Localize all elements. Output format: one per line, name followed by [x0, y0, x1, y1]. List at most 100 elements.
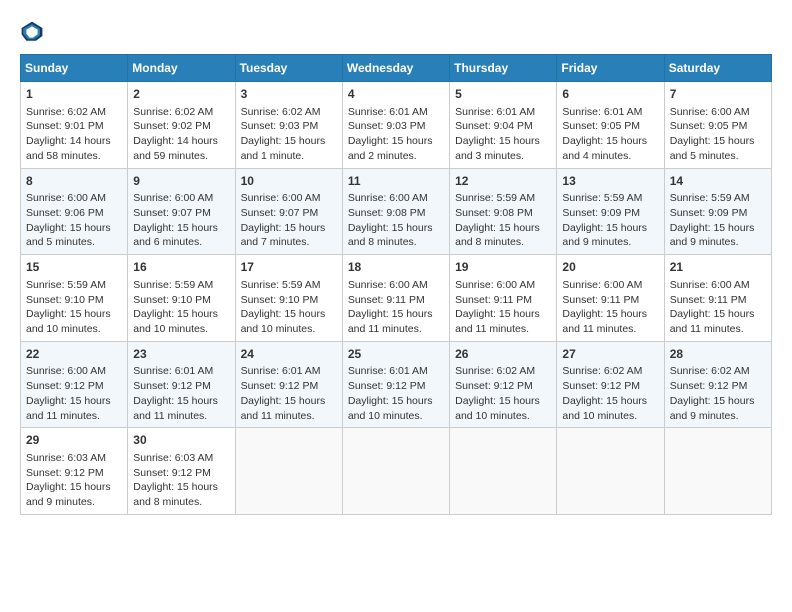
calendar-cell: 29Sunrise: 6:03 AMSunset: 9:12 PMDayligh… [21, 428, 128, 515]
day-detail: Sunset: 9:02 PM [133, 119, 229, 134]
day-detail: Daylight: 15 hours [241, 307, 337, 322]
day-number: 4 [348, 86, 444, 103]
day-detail: and 58 minutes. [26, 149, 122, 164]
calendar-cell: 14Sunrise: 5:59 AMSunset: 9:09 PMDayligh… [664, 168, 771, 255]
day-detail: Sunset: 9:01 PM [26, 119, 122, 134]
logo-icon [20, 20, 44, 44]
day-detail: and 10 minutes. [348, 409, 444, 424]
calendar-cell: 9Sunrise: 6:00 AMSunset: 9:07 PMDaylight… [128, 168, 235, 255]
day-detail: Daylight: 15 hours [133, 394, 229, 409]
day-number: 9 [133, 173, 229, 190]
day-detail: and 10 minutes. [241, 322, 337, 337]
day-number: 19 [455, 259, 551, 276]
day-detail: and 9 minutes. [26, 495, 122, 510]
calendar-cell: 19Sunrise: 6:00 AMSunset: 9:11 PMDayligh… [450, 255, 557, 342]
day-detail: Sunset: 9:12 PM [241, 379, 337, 394]
day-detail: Sunrise: 5:59 AM [562, 191, 658, 206]
day-detail: Sunset: 9:12 PM [670, 379, 766, 394]
calendar-cell: 6Sunrise: 6:01 AMSunset: 9:05 PMDaylight… [557, 82, 664, 169]
day-detail: Daylight: 15 hours [133, 307, 229, 322]
day-detail: Sunrise: 6:03 AM [133, 451, 229, 466]
day-detail: and 1 minute. [241, 149, 337, 164]
calendar-cell: 23Sunrise: 6:01 AMSunset: 9:12 PMDayligh… [128, 341, 235, 428]
day-number: 27 [562, 346, 658, 363]
calendar-cell: 17Sunrise: 5:59 AMSunset: 9:10 PMDayligh… [235, 255, 342, 342]
day-detail: and 11 minutes. [670, 322, 766, 337]
day-detail: Sunrise: 6:03 AM [26, 451, 122, 466]
day-detail: and 6 minutes. [133, 235, 229, 250]
day-number: 18 [348, 259, 444, 276]
day-detail: Sunrise: 6:00 AM [241, 191, 337, 206]
day-detail: Sunset: 9:09 PM [670, 206, 766, 221]
calendar-week-2: 8Sunrise: 6:00 AMSunset: 9:06 PMDaylight… [21, 168, 772, 255]
calendar-cell: 16Sunrise: 5:59 AMSunset: 9:10 PMDayligh… [128, 255, 235, 342]
day-detail: Sunrise: 6:01 AM [241, 364, 337, 379]
weekday-header-thursday: Thursday [450, 55, 557, 82]
day-number: 13 [562, 173, 658, 190]
day-detail: Daylight: 15 hours [133, 480, 229, 495]
day-detail: and 8 minutes. [133, 495, 229, 510]
day-detail: Sunrise: 5:59 AM [133, 278, 229, 293]
day-detail: Sunset: 9:11 PM [455, 293, 551, 308]
day-detail: Daylight: 15 hours [26, 221, 122, 236]
day-detail: Sunrise: 6:00 AM [26, 364, 122, 379]
calendar-cell [342, 428, 449, 515]
day-detail: Sunset: 9:11 PM [562, 293, 658, 308]
page-header [20, 20, 772, 44]
day-number: 1 [26, 86, 122, 103]
day-detail: Daylight: 15 hours [455, 221, 551, 236]
day-detail: Sunset: 9:10 PM [26, 293, 122, 308]
day-detail: Sunset: 9:05 PM [670, 119, 766, 134]
calendar-cell [664, 428, 771, 515]
calendar-cell: 12Sunrise: 5:59 AMSunset: 9:08 PMDayligh… [450, 168, 557, 255]
day-number: 6 [562, 86, 658, 103]
day-detail: Sunset: 9:06 PM [26, 206, 122, 221]
day-detail: Daylight: 15 hours [562, 394, 658, 409]
day-detail: Sunrise: 6:01 AM [133, 364, 229, 379]
day-detail: Sunrise: 6:01 AM [348, 364, 444, 379]
day-detail: and 9 minutes. [670, 409, 766, 424]
day-detail: and 5 minutes. [670, 149, 766, 164]
day-detail: Sunset: 9:12 PM [26, 466, 122, 481]
day-number: 5 [455, 86, 551, 103]
calendar-cell: 21Sunrise: 6:00 AMSunset: 9:11 PMDayligh… [664, 255, 771, 342]
day-detail: Sunset: 9:05 PM [562, 119, 658, 134]
day-detail: Daylight: 14 hours [133, 134, 229, 149]
day-detail: Daylight: 15 hours [26, 394, 122, 409]
calendar-cell: 20Sunrise: 6:00 AMSunset: 9:11 PMDayligh… [557, 255, 664, 342]
day-detail: and 11 minutes. [26, 409, 122, 424]
day-detail: Sunrise: 6:00 AM [348, 191, 444, 206]
day-number: 2 [133, 86, 229, 103]
day-detail: and 11 minutes. [241, 409, 337, 424]
day-detail: Sunrise: 6:00 AM [455, 278, 551, 293]
day-detail: and 11 minutes. [133, 409, 229, 424]
day-detail: Daylight: 15 hours [455, 394, 551, 409]
day-detail: Daylight: 15 hours [348, 134, 444, 149]
day-detail: Sunset: 9:10 PM [133, 293, 229, 308]
day-detail: Sunset: 9:12 PM [455, 379, 551, 394]
day-number: 11 [348, 173, 444, 190]
calendar-cell: 5Sunrise: 6:01 AMSunset: 9:04 PMDaylight… [450, 82, 557, 169]
calendar-cell: 28Sunrise: 6:02 AMSunset: 9:12 PMDayligh… [664, 341, 771, 428]
day-detail: Sunset: 9:08 PM [455, 206, 551, 221]
day-detail: Sunset: 9:07 PM [133, 206, 229, 221]
calendar-cell: 24Sunrise: 6:01 AMSunset: 9:12 PMDayligh… [235, 341, 342, 428]
day-detail: and 11 minutes. [562, 322, 658, 337]
calendar-cell: 13Sunrise: 5:59 AMSunset: 9:09 PMDayligh… [557, 168, 664, 255]
calendar-cell: 22Sunrise: 6:00 AMSunset: 9:12 PMDayligh… [21, 341, 128, 428]
day-detail: Daylight: 15 hours [133, 221, 229, 236]
day-detail: Sunrise: 5:59 AM [455, 191, 551, 206]
day-number: 23 [133, 346, 229, 363]
day-number: 8 [26, 173, 122, 190]
calendar-cell: 3Sunrise: 6:02 AMSunset: 9:03 PMDaylight… [235, 82, 342, 169]
day-detail: Daylight: 15 hours [562, 221, 658, 236]
day-detail: Sunrise: 6:02 AM [26, 105, 122, 120]
day-detail: and 11 minutes. [455, 322, 551, 337]
day-number: 7 [670, 86, 766, 103]
day-detail: Sunrise: 6:02 AM [133, 105, 229, 120]
calendar-cell: 4Sunrise: 6:01 AMSunset: 9:03 PMDaylight… [342, 82, 449, 169]
calendar-table: SundayMondayTuesdayWednesdayThursdayFrid… [20, 54, 772, 515]
day-detail: Sunrise: 6:00 AM [133, 191, 229, 206]
calendar-cell: 26Sunrise: 6:02 AMSunset: 9:12 PMDayligh… [450, 341, 557, 428]
day-detail: Sunset: 9:12 PM [562, 379, 658, 394]
